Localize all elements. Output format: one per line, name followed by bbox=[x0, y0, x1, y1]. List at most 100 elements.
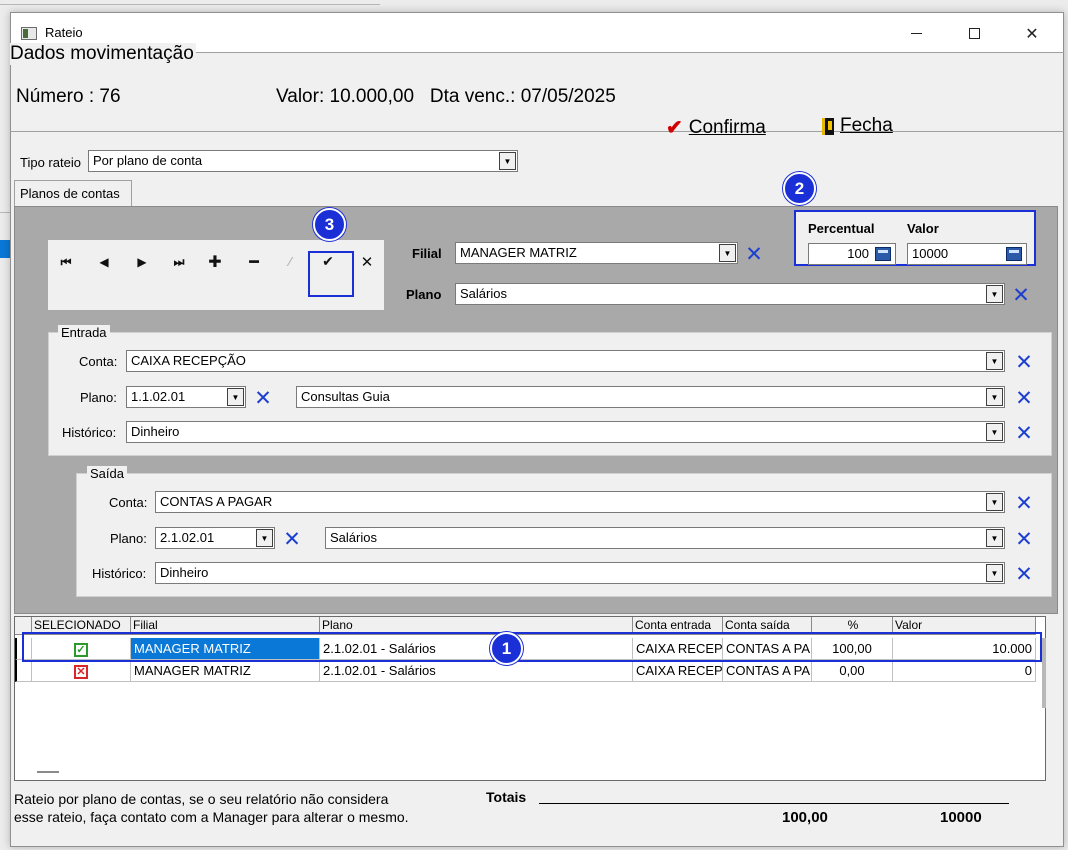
dropdown-arrow-icon[interactable]: ▼ bbox=[986, 529, 1003, 547]
total-valor: 10000 bbox=[940, 809, 982, 826]
row-indicator[interactable] bbox=[15, 660, 32, 682]
background-line bbox=[0, 4, 380, 5]
dropdown-arrow-icon[interactable]: ▼ bbox=[986, 493, 1003, 511]
clear-entrada-plano-icon[interactable]: ✕ bbox=[253, 387, 273, 409]
tipo-rateio-select[interactable]: Por plano de conta ▼ bbox=[88, 150, 518, 172]
last-icon[interactable]: ⏭ bbox=[167, 250, 191, 274]
next-icon[interactable]: ▶ bbox=[130, 250, 154, 274]
entrada-historico-value: Dinheiro bbox=[131, 424, 180, 439]
clear-saida-plano-icon[interactable]: ✕ bbox=[282, 528, 302, 550]
saida-historico-value: Dinheiro bbox=[160, 565, 209, 580]
add-icon[interactable]: ✚ bbox=[203, 250, 227, 274]
filial-select[interactable]: MANAGER MATRIZ ▼ bbox=[455, 242, 738, 264]
grid-splitter[interactable] bbox=[37, 771, 59, 773]
callout-2: 2 bbox=[783, 172, 816, 205]
footer-note-line2: esse rateio, faça contato com a Manager … bbox=[14, 809, 409, 825]
table-row-selecionado[interactable]: ✕ bbox=[32, 660, 131, 682]
dropdown-arrow-icon[interactable]: ▼ bbox=[256, 529, 273, 547]
clear-plano-icon[interactable]: ✕ bbox=[1011, 284, 1031, 306]
close-icon: ✕ bbox=[1025, 23, 1039, 43]
clear-saida-historico-icon[interactable]: ✕ bbox=[1014, 563, 1034, 585]
saida-plano-label: Plano: bbox=[110, 531, 147, 546]
table-row-percent[interactable]: 0,00 bbox=[812, 660, 893, 682]
table-row-plano[interactable]: 2.1.02.01 - Salários bbox=[320, 660, 633, 682]
group-title: Dados movimentação bbox=[10, 43, 196, 65]
table-row-conta-saida[interactable]: CONTAS A PA bbox=[723, 660, 812, 682]
dropdown-arrow-icon[interactable]: ▼ bbox=[499, 152, 516, 170]
calculator-icon[interactable] bbox=[1006, 247, 1022, 261]
table-row-filial[interactable]: MANAGER MATRIZ bbox=[131, 660, 320, 682]
numero-label: Número : bbox=[16, 86, 95, 107]
entrada-plano-code: 1.1.02.01 bbox=[131, 389, 186, 404]
tab-label: Planos de contas bbox=[20, 186, 120, 201]
dropdown-arrow-icon[interactable]: ▼ bbox=[986, 564, 1003, 582]
minimize-button[interactable] bbox=[893, 13, 939, 53]
saida-plano-code-select[interactable]: 2.1.02.01 ▼ bbox=[155, 527, 275, 549]
valor-label: Valor: bbox=[276, 86, 325, 107]
clear-saida-plano-desc-icon[interactable]: ✕ bbox=[1014, 528, 1034, 550]
saida-conta-label: Conta: bbox=[109, 495, 148, 510]
saida-historico-select[interactable]: Dinheiro ▼ bbox=[155, 562, 1005, 584]
dropdown-arrow-icon[interactable]: ▼ bbox=[986, 352, 1003, 370]
fecha-label: Fecha bbox=[840, 115, 893, 136]
close-button[interactable]: ✕ bbox=[1009, 13, 1055, 53]
entrada-conta-select[interactable]: CAIXA RECEPÇÃO ▼ bbox=[126, 350, 1005, 372]
clear-entrada-plano-desc-icon[interactable]: ✕ bbox=[1014, 387, 1034, 409]
minimize-icon bbox=[910, 32, 922, 34]
venc-label: Dta venc.: bbox=[429, 86, 516, 107]
clear-saida-conta-icon[interactable]: ✕ bbox=[1014, 492, 1034, 514]
saida-plano-code: 2.1.02.01 bbox=[160, 530, 215, 545]
tipo-rateio-label: Tipo rateio bbox=[20, 155, 81, 170]
valor-value-field: 10000 bbox=[912, 246, 949, 261]
remove-icon[interactable]: ━ bbox=[242, 250, 266, 274]
numero-value: 76 bbox=[99, 86, 121, 107]
clear-filial-icon[interactable]: ✕ bbox=[744, 243, 764, 265]
dropdown-arrow-icon[interactable]: ▼ bbox=[227, 388, 244, 406]
maximize-button[interactable] bbox=[951, 13, 997, 53]
saida-conta-select[interactable]: CONTAS A PAGAR ▼ bbox=[155, 491, 1005, 513]
table-row-valor[interactable]: 0 bbox=[893, 660, 1036, 682]
plano-select[interactable]: Salários ▼ bbox=[455, 283, 1005, 305]
venc-value: 07/05/2025 bbox=[520, 86, 616, 107]
entrada-plano-desc: Consultas Guia bbox=[301, 389, 390, 404]
saida-title: Saída bbox=[87, 466, 127, 481]
confirma-button[interactable]: ✔ Confirma bbox=[666, 115, 766, 140]
callout-1-highlight bbox=[22, 632, 1042, 662]
prev-icon[interactable]: ◀ bbox=[92, 250, 116, 274]
saida-plano-desc-select[interactable]: Salários ▼ bbox=[325, 527, 1005, 549]
callout-1: 1 bbox=[490, 632, 523, 665]
grid-scrollbar[interactable] bbox=[1042, 638, 1046, 708]
dropdown-arrow-icon[interactable]: ▼ bbox=[986, 423, 1003, 441]
plano-label: Plano bbox=[406, 287, 442, 302]
entrada-plano-desc-select[interactable]: Consultas Guia ▼ bbox=[296, 386, 1005, 408]
entrada-title: Entrada bbox=[58, 325, 110, 340]
dropdown-arrow-icon[interactable]: ▼ bbox=[986, 285, 1003, 303]
valor-input[interactable]: 10000 bbox=[907, 243, 1027, 265]
app-icon bbox=[21, 27, 37, 40]
dropdown-arrow-icon[interactable]: ▼ bbox=[719, 244, 736, 262]
entrada-plano-code-select[interactable]: 1.1.02.01 ▼ bbox=[126, 386, 246, 408]
maximize-icon bbox=[968, 27, 980, 39]
percentual-value: 100 bbox=[847, 246, 869, 261]
clear-entrada-historico-icon[interactable]: ✕ bbox=[1014, 422, 1034, 444]
numero-row: Número : 76 bbox=[16, 86, 121, 108]
edit-icon: ⁄ bbox=[288, 255, 291, 269]
dropdown-arrow-icon[interactable]: ▼ bbox=[986, 388, 1003, 406]
totals-label: Totais bbox=[486, 789, 527, 805]
percentual-input[interactable]: 100 bbox=[808, 243, 896, 265]
table-row-conta-entrada[interactable]: CAIXA RECEP bbox=[633, 660, 723, 682]
plano-value: Salários bbox=[460, 286, 507, 301]
fecha-button[interactable]: Fecha bbox=[822, 115, 893, 137]
valor-row: Valor: 10.000,00 Dta venc.: 07/05/2025 bbox=[276, 86, 616, 108]
calculator-icon[interactable] bbox=[875, 247, 891, 261]
entrada-historico-select[interactable]: Dinheiro ▼ bbox=[126, 421, 1005, 443]
unchecked-icon[interactable]: ✕ bbox=[74, 665, 88, 679]
clear-entrada-conta-icon[interactable]: ✕ bbox=[1014, 351, 1034, 373]
footer-note: Rateio por plano de contas, se o seu rel… bbox=[14, 790, 409, 826]
tab-planos-de-contas[interactable]: Planos de contas bbox=[14, 180, 132, 207]
first-icon[interactable]: ⏮ bbox=[54, 250, 78, 274]
entrada-conta-label: Conta: bbox=[79, 354, 118, 369]
background-selection bbox=[0, 240, 10, 258]
window-title: Rateio bbox=[45, 25, 83, 40]
cancel-icon[interactable]: ✕ bbox=[355, 250, 379, 274]
